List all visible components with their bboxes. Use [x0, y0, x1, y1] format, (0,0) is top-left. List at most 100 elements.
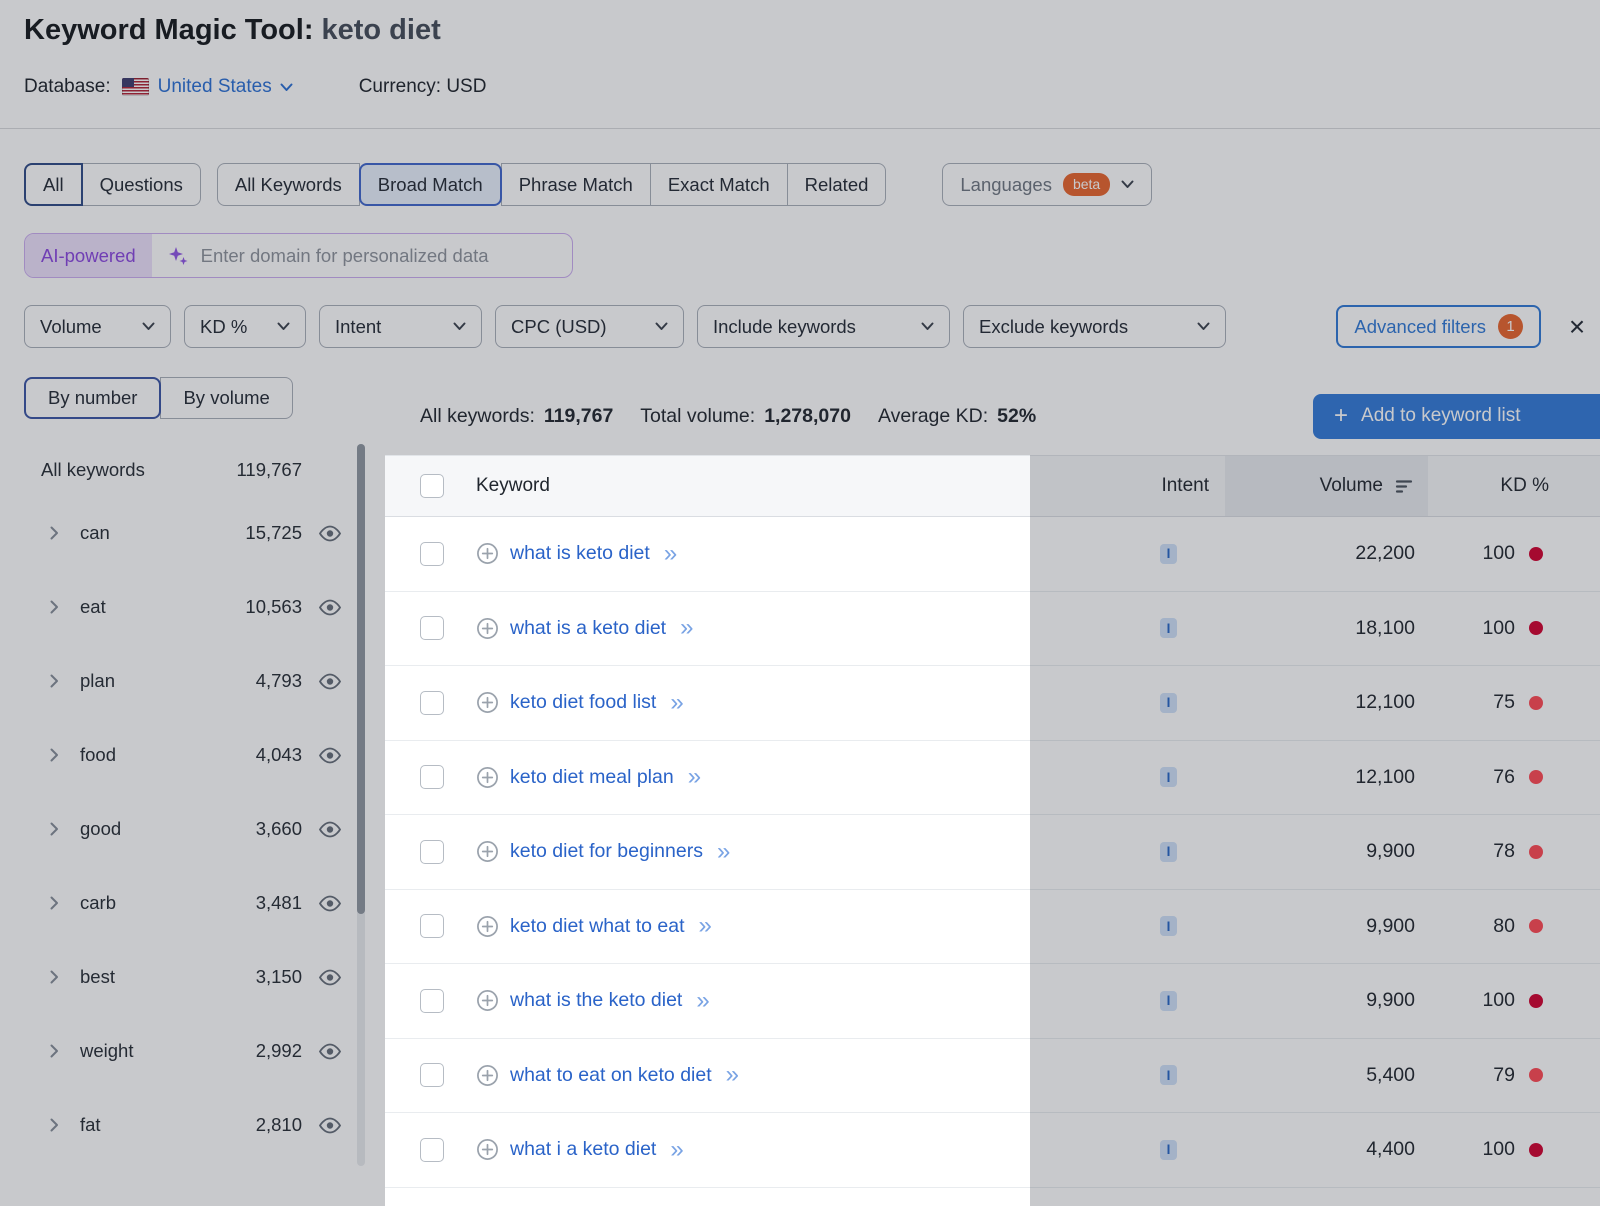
eye-icon[interactable]: [318, 1043, 342, 1060]
tab-all-keywords[interactable]: All Keywords: [217, 163, 360, 206]
add-to-keyword-list-button[interactable]: + Add to keyword list: [1313, 394, 1600, 439]
expand-chevron-icon[interactable]: [50, 970, 62, 984]
clear-filters-icon[interactable]: ×: [1554, 305, 1600, 348]
keyword-link[interactable]: what to eat on keto diet: [510, 1064, 712, 1087]
volume-column-header[interactable]: Volume: [1225, 456, 1428, 516]
group-count: 2,810: [256, 1114, 302, 1136]
row-checkbox[interactable]: [420, 616, 444, 640]
keyword-link[interactable]: what is keto diet: [510, 542, 650, 565]
keyword-link[interactable]: what is the keto diet: [510, 989, 682, 1012]
domain-input[interactable]: Enter domain for personalized data: [152, 234, 572, 277]
row-checkbox[interactable]: [420, 1138, 444, 1162]
sort-descending-icon[interactable]: [1394, 479, 1414, 494]
add-keyword-icon[interactable]: [476, 840, 499, 863]
sidebar-scrollbar[interactable]: [357, 444, 365, 1166]
eye-icon[interactable]: [318, 673, 342, 690]
row-checkbox[interactable]: [420, 989, 444, 1013]
row-checkbox[interactable]: [420, 1063, 444, 1087]
kd-cell: 75: [1428, 666, 1600, 740]
sidebar-scrollbar-thumb[interactable]: [357, 444, 365, 914]
row-checkbox[interactable]: [420, 840, 444, 864]
eye-icon[interactable]: [318, 969, 342, 986]
kd-value: 78: [1493, 840, 1515, 863]
expand-chevron-icon[interactable]: [50, 896, 62, 910]
sidebar-group-row[interactable]: can 15,725: [24, 496, 342, 570]
database-selector[interactable]: United States: [158, 76, 272, 98]
advanced-filters-count-badge: 1: [1498, 314, 1523, 339]
tab-questions[interactable]: Questions: [82, 163, 201, 206]
add-keyword-icon[interactable]: [476, 691, 499, 714]
add-keyword-icon[interactable]: [476, 1064, 499, 1087]
expand-chevron-icon[interactable]: [50, 526, 62, 540]
sidebar-group-row[interactable]: weight 2,992: [24, 1014, 342, 1088]
eye-icon[interactable]: [318, 821, 342, 838]
include-keywords-filter[interactable]: Include keywords: [697, 305, 950, 348]
tab-related[interactable]: Related: [787, 163, 887, 206]
include-keywords-label: Include keywords: [713, 316, 856, 338]
sidebar-group-row[interactable]: eat 10,563: [24, 570, 342, 644]
sidebar-group-row[interactable]: plan 4,793: [24, 644, 342, 718]
intent-filter[interactable]: Intent: [319, 305, 482, 348]
kd-column-header[interactable]: KD %: [1428, 456, 1600, 516]
volume-filter[interactable]: Volume: [24, 305, 171, 348]
cpc-filter[interactable]: CPC (USD): [495, 305, 684, 348]
tab-broad-match[interactable]: Broad Match: [359, 163, 502, 206]
row-checkbox[interactable]: [420, 765, 444, 789]
expand-chevron-icon[interactable]: [50, 1044, 62, 1058]
kd-difficulty-dot: [1529, 621, 1543, 635]
by-number-button[interactable]: By number: [24, 377, 161, 419]
chevron-down-icon[interactable]: [280, 83, 293, 92]
keyword-link[interactable]: what is a keto diet: [510, 617, 666, 640]
add-keyword-icon[interactable]: [476, 766, 499, 789]
exclude-keywords-filter[interactable]: Exclude keywords: [963, 305, 1226, 348]
sidebar-group-row[interactable]: best 3,150: [24, 940, 342, 1014]
add-keyword-icon[interactable]: [476, 1138, 499, 1161]
total-volume-stat: Total volume: 1,278,070: [640, 405, 851, 428]
expand-chevron-icon[interactable]: [50, 822, 62, 836]
match-type-group: All Keywords Broad Match Phrase Match Ex…: [217, 163, 887, 206]
expand-chevron-icon[interactable]: [50, 600, 62, 614]
eye-icon[interactable]: [318, 747, 342, 764]
double-chevron-icon: »: [664, 542, 677, 566]
languages-dropdown[interactable]: Languages beta: [942, 163, 1152, 206]
total-volume-stat-label: Total volume:: [640, 405, 755, 428]
add-keyword-icon[interactable]: [476, 542, 499, 565]
kd-cell: 100: [1428, 964, 1600, 1038]
add-keyword-icon[interactable]: [476, 617, 499, 640]
row-checkbox-cell: [385, 517, 470, 591]
average-kd-stat-label: Average KD:: [878, 405, 988, 428]
row-checkbox[interactable]: [420, 914, 444, 938]
tab-all[interactable]: All: [24, 163, 83, 206]
select-all-checkbox[interactable]: [420, 474, 444, 498]
keyword-link[interactable]: keto diet food list: [510, 691, 656, 714]
keyword-link[interactable]: what i a keto diet: [510, 1138, 656, 1161]
tab-phrase-match[interactable]: Phrase Match: [501, 163, 651, 206]
by-volume-button[interactable]: By volume: [160, 377, 292, 419]
row-checkbox[interactable]: [420, 542, 444, 566]
expand-chevron-icon[interactable]: [50, 748, 62, 762]
add-keyword-icon[interactable]: [476, 915, 499, 938]
keyword-link[interactable]: keto diet meal plan: [510, 766, 674, 789]
keyword-link[interactable]: keto diet for beginners: [510, 840, 703, 863]
keyword-magic-tool-page: Keyword Magic Tool:keto diet Database: U…: [0, 0, 1600, 1206]
kd-filter[interactable]: KD %: [184, 305, 306, 348]
expand-chevron-icon[interactable]: [50, 674, 62, 688]
eye-icon[interactable]: [318, 895, 342, 912]
eye-icon[interactable]: [318, 525, 342, 542]
keyword-link[interactable]: keto diet what to eat: [510, 915, 685, 938]
search-query: keto diet: [321, 14, 440, 46]
all-keywords-count: 119,767: [237, 459, 303, 481]
add-keyword-icon[interactable]: [476, 989, 499, 1012]
expand-chevron-icon[interactable]: [50, 1118, 62, 1132]
eye-icon[interactable]: [318, 599, 342, 616]
sidebar-group-row[interactable]: carb 3,481: [24, 866, 342, 940]
sidebar-group-row[interactable]: fat 2,810: [24, 1088, 342, 1162]
advanced-filters-button[interactable]: Advanced filters 1: [1336, 305, 1541, 348]
all-keywords-row[interactable]: All keywords 119,767: [24, 444, 342, 496]
sidebar-group-row[interactable]: good 3,660: [24, 792, 342, 866]
eye-icon[interactable]: [318, 1117, 342, 1134]
volume-cell: 9,900: [1225, 815, 1428, 889]
tab-exact-match[interactable]: Exact Match: [650, 163, 788, 206]
sidebar-group-row[interactable]: food 4,043: [24, 718, 342, 792]
row-checkbox[interactable]: [420, 691, 444, 715]
